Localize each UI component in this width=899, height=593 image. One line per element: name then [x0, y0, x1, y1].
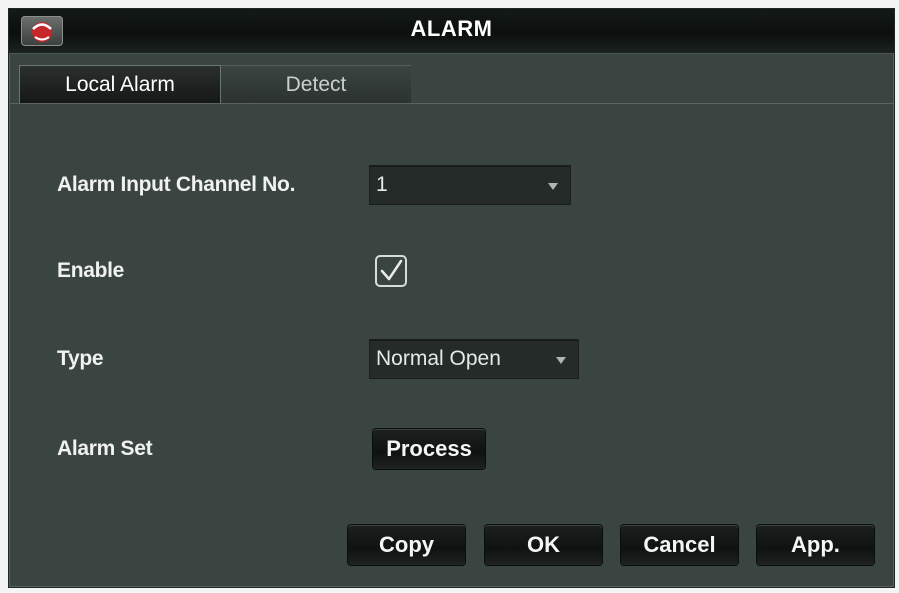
channel-select[interactable]: 1 — [369, 165, 571, 205]
tab-divider — [9, 103, 894, 104]
tab-local-alarm[interactable]: Local Alarm — [19, 65, 221, 104]
channel-label: Alarm Input Channel No. — [57, 173, 296, 196]
type-value: Normal Open — [376, 347, 501, 370]
enable-checkbox[interactable] — [373, 253, 409, 289]
chevron-down-icon — [556, 357, 566, 364]
window-title: ALARM — [410, 16, 493, 41]
channel-value: 1 — [376, 173, 388, 196]
alarm-window: ALARM Local Alarm Detect Alarm Input Cha… — [8, 8, 895, 588]
apply-button[interactable]: App. — [757, 525, 874, 565]
process-button[interactable]: Process — [373, 429, 485, 469]
copy-button[interactable]: Copy — [348, 525, 465, 565]
cancel-button[interactable]: Cancel — [621, 525, 738, 565]
title-bar: ALARM — [9, 9, 894, 54]
alarm-set-label: Alarm Set — [57, 437, 153, 460]
ok-button[interactable]: OK — [485, 525, 602, 565]
enable-label: Enable — [57, 259, 125, 282]
tab-detect[interactable]: Detect — [221, 65, 411, 104]
checkbox-checked-icon — [375, 255, 407, 287]
type-label: Type — [57, 347, 104, 370]
screen: ALARM Local Alarm Detect Alarm Input Cha… — [0, 0, 899, 593]
type-select[interactable]: Normal Open — [369, 339, 579, 379]
tab-bar: Local Alarm Detect — [9, 55, 894, 117]
chevron-down-icon — [548, 183, 558, 190]
